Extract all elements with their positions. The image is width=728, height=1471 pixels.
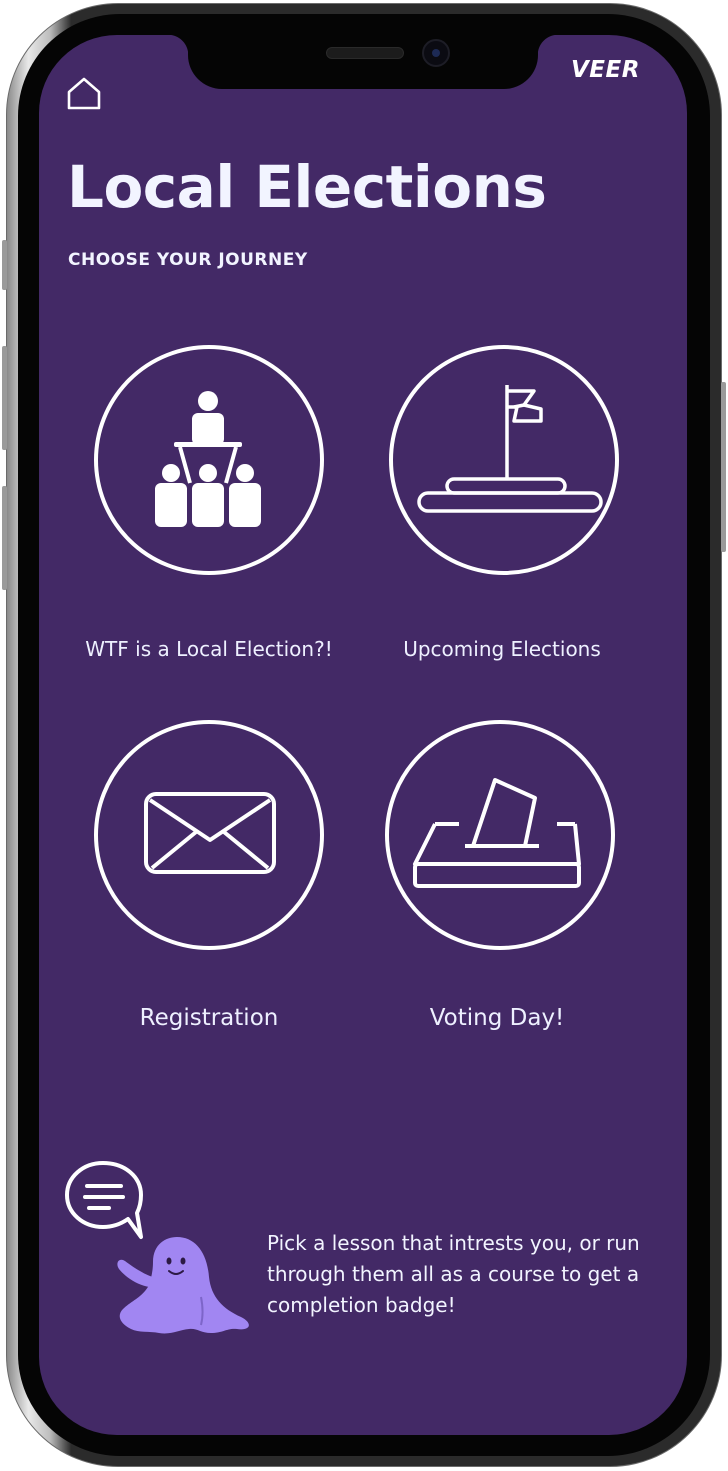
journey-icon-circle (389, 345, 619, 575)
notch (168, 35, 558, 89)
front-camera (422, 39, 450, 67)
side-button (2, 240, 7, 290)
flag-podium-icon (417, 385, 603, 513)
ghost-mascot (65, 1161, 249, 1334)
brand-logo: VEER (571, 57, 640, 83)
page-subtitle: CHOOSE YOUR JOURNEY (68, 250, 308, 270)
speaker-grille (326, 47, 404, 59)
journey-card-voting-day[interactable]: Voting Day! (357, 720, 637, 1050)
home-icon[interactable] (66, 77, 102, 111)
journey-icon-circle (94, 720, 324, 950)
speech-bubble-icon (65, 1161, 143, 1239)
journey-card-registration[interactable]: Registration (69, 720, 349, 1050)
journey-label: Registration (139, 1005, 279, 1031)
app-screen: VEER Local Elections CHOOSE YOUR JOURNEY (39, 35, 687, 1435)
page-title: Local Elections (67, 153, 547, 221)
journey-label: Upcoming Elections (403, 637, 601, 661)
ghost-body (117, 1237, 249, 1334)
helper-text: Pick a lesson that intrests you, or run … (267, 1231, 640, 1317)
ballot-box-icon (413, 778, 581, 888)
envelope-icon (144, 792, 276, 874)
journey-label: WTF is a Local Election?! (85, 637, 333, 661)
volume-down-button (2, 486, 7, 590)
journey-card-local-election[interactable]: WTF is a Local Election?! (69, 345, 349, 675)
journey-icon-circle (385, 720, 615, 950)
volume-up-button (2, 346, 7, 450)
power-button (721, 382, 726, 552)
people-podium-icon (155, 391, 261, 527)
journey-icon-circle (94, 345, 324, 575)
journey-card-upcoming-elections[interactable]: Upcoming Elections (362, 345, 642, 675)
journey-label: Voting Day! (429, 1005, 565, 1031)
